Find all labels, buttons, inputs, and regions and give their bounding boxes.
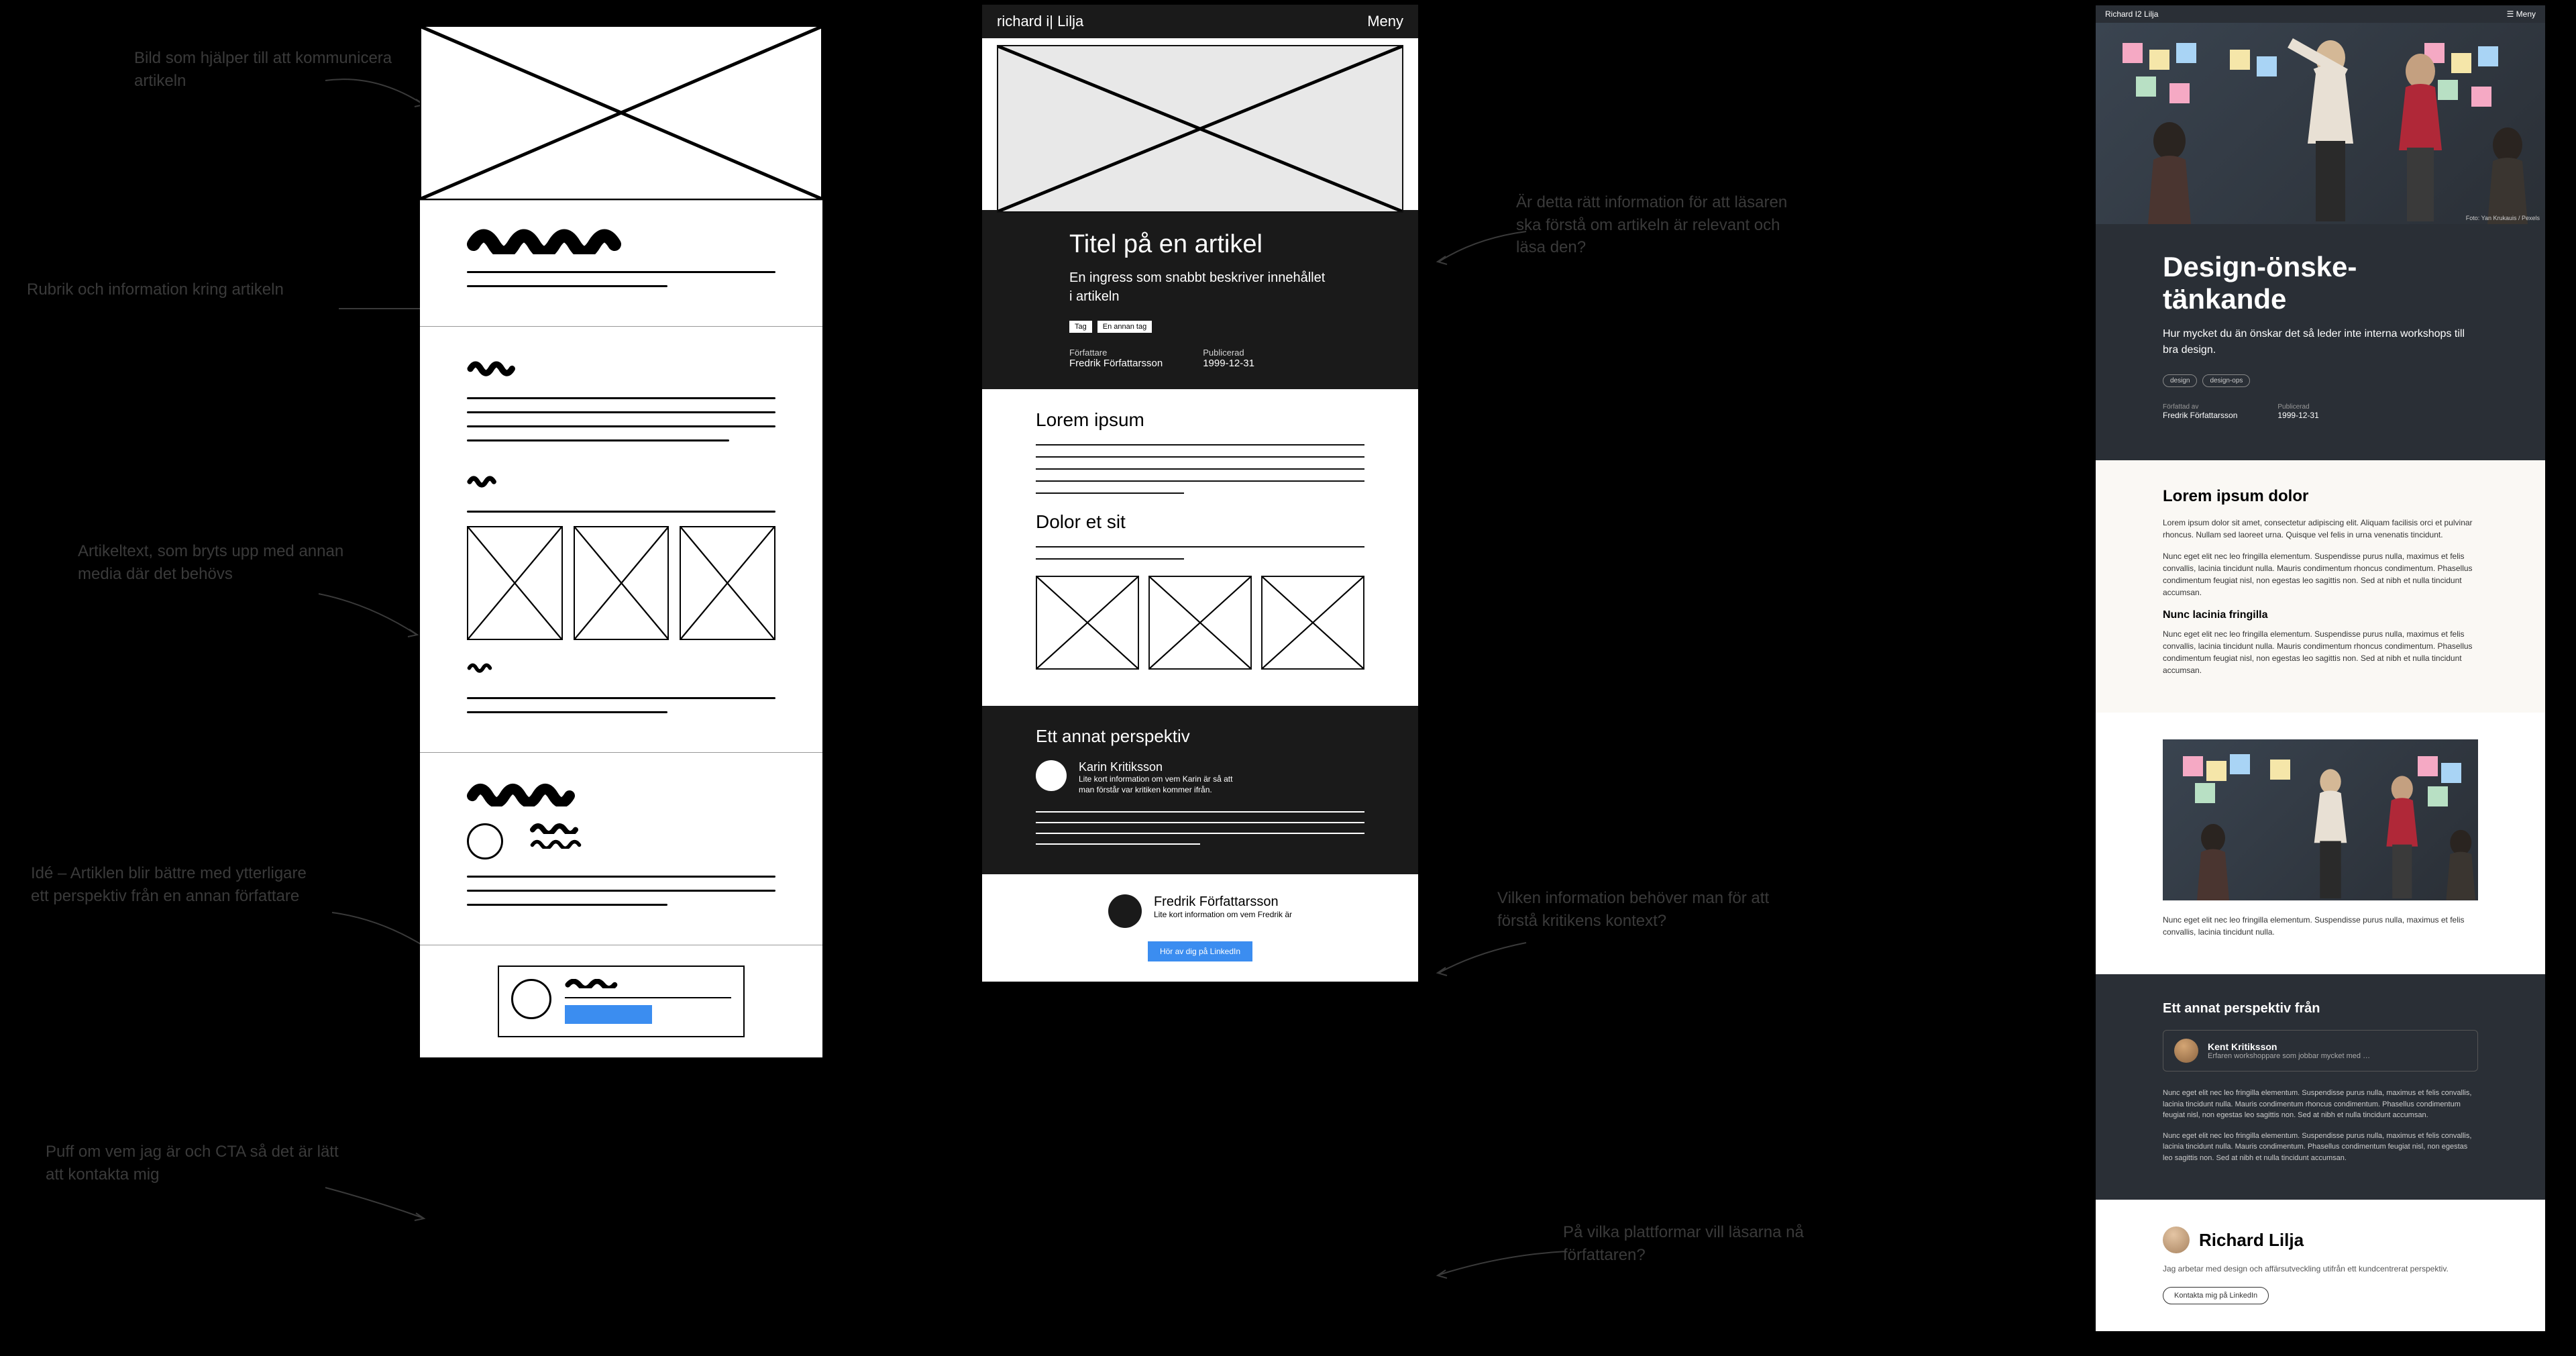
annotation-right-info: Är detta rätt information för att läsare… [1516, 191, 1811, 259]
body-h2: Lorem ipsum dolor [2163, 487, 2478, 506]
squiggle-subhead2-icon [467, 467, 575, 494]
footer-author-name: Richard Lilja [2199, 1230, 2304, 1251]
body-image [2163, 739, 2478, 900]
menu-button[interactable]: ☰ Meny [2507, 9, 2536, 19]
hifi-footer: Richard Lilja Jag arbetar med design och… [2096, 1200, 2545, 1331]
hifi-mockup: Richard I2 Lilja ☰ Meny Foto: Yan Krukau… [2096, 5, 2545, 1331]
annotation-perspective-idea: Idé – Artiklen blir bättre med ytterliga… [31, 862, 326, 907]
photo-credit: Foto: Yan Krukauis / Pexels [2466, 215, 2540, 221]
critic-card[interactable]: Kent Kritiksson Erfaren workshoppare som… [2163, 1030, 2478, 1072]
published-date: 1999-12-31 [2277, 411, 2318, 420]
annotation-critic-context: Vilken information behöver man för att f… [1497, 887, 1792, 932]
hero-placeholder-image [997, 45, 1403, 213]
brand: richard i| Lilja [997, 13, 1083, 30]
footer-author-bio: Lite kort information om vem Fredrik är [1154, 910, 1292, 919]
squiggle-bio-icon [530, 839, 624, 849]
body-image-placeholder [1148, 576, 1252, 670]
author-label: Författare [1069, 348, 1163, 358]
body-paragraph: Nunc eget elit nec leo fringilla element… [2163, 914, 2478, 938]
lofi-wireframe: richard i| Lilja Meny Titel på en artike… [982, 5, 1418, 982]
squiggle-subhead3-icon [467, 654, 559, 680]
menu-button[interactable]: Meny [1367, 13, 1403, 30]
tag[interactable]: design [2163, 374, 2197, 387]
perspective-title: Ett annat perspektiv [1036, 726, 1364, 747]
hifi-body-2: Nunc eget elit nec leo fringilla element… [2096, 713, 2545, 974]
hifi-hero: Foto: Yan Krukauis / Pexels Design-önske… [2096, 23, 2545, 460]
sketch-perspective-section [420, 752, 822, 945]
squiggle-title-icon [467, 227, 735, 254]
squiggle-name-icon [530, 823, 637, 834]
hifi-header: Richard I2 Lilja ☰ Meny [2096, 5, 2545, 23]
published-date: 1999-12-31 [1203, 358, 1254, 369]
annotation-body: Artikeltext, som bryts upp med annan med… [78, 540, 373, 585]
hero-image: Foto: Yan Krukauis / Pexels [2096, 23, 2545, 224]
body-paragraph: Nunc eget elit nec leo fringilla element… [2163, 550, 2478, 598]
cta-button-placeholder[interactable] [565, 1005, 652, 1024]
author-name: Fredrik Författarsson [1069, 358, 1163, 369]
body-image-placeholder [1036, 576, 1139, 670]
published-label: Publicerad [2277, 403, 2318, 411]
perspective-title: Ett annat perspektiv från [2163, 1001, 2478, 1016]
sketch-heading-section [420, 200, 822, 326]
tag[interactable]: En annan tag [1097, 321, 1152, 333]
body-image-placeholder [680, 526, 775, 640]
avatar [1108, 894, 1142, 928]
avatar [2163, 1227, 2190, 1253]
hifi-perspective: Ett annat perspektiv från Kent Kritiksso… [2096, 974, 2545, 1200]
article-title: Design-önske-tänkande [2163, 251, 2478, 315]
article-ingress: Hur mycket du än önskar det så leder int… [2163, 326, 2478, 358]
hero-placeholder-image [420, 25, 822, 200]
body-image-placeholder [467, 526, 563, 640]
cta-button[interactable]: Kontakta mig på LinkedIn [2163, 1287, 2269, 1304]
squiggle-card-name-icon [565, 979, 682, 988]
avatar [1036, 760, 1067, 791]
critic-bio: Erfaren workshoppare som jobbar mycket m… [2208, 1052, 2370, 1060]
annotation-author-puff: Puff om vem jag är och CTA så det är lät… [46, 1141, 341, 1186]
critic-bio: Lite kort information om vem Karin är så… [1079, 774, 1240, 795]
annotation-heading: Rubrik och information kring artikeln [27, 278, 284, 301]
critic-name: Kent Kritiksson [2208, 1041, 2370, 1052]
lofi-hero-text: Titel på en artikel En ingress som snabb… [982, 210, 1418, 389]
sketch-wireframe [420, 25, 822, 1057]
avatar-placeholder-icon [511, 979, 551, 1019]
body-image-placeholder [1261, 576, 1364, 670]
annotation-platforms: På vilka plattformar vill läsarna nå för… [1563, 1221, 1858, 1266]
published-label: Publicerad [1203, 348, 1254, 358]
sketch-body-section [420, 326, 822, 752]
body-image-placeholder [574, 526, 669, 640]
body-h2: Lorem ipsum [1036, 409, 1364, 431]
critic-name: Karin Kritiksson [1079, 760, 1240, 774]
lofi-body: Lorem ipsum Dolor et sit [982, 389, 1418, 706]
perspective-paragraph: Nunc eget elit nec leo fringilla element… [2163, 1088, 2478, 1121]
squiggle-persp-title-icon [467, 780, 683, 806]
article-title: Titel på en artikel [1069, 230, 1331, 259]
body-h3: Nunc lacinia fringilla [2163, 609, 2478, 621]
author-card [498, 966, 745, 1037]
tag[interactable]: Tag [1069, 321, 1092, 333]
lofi-footer: Fredrik Författarsson Lite kort informat… [982, 874, 1418, 982]
perspective-paragraph: Nunc eget elit nec leo fringilla element… [2163, 1131, 2478, 1164]
body-h2: Dolor et sit [1036, 511, 1364, 533]
footer-author-name: Fredrik Författarsson [1154, 894, 1292, 910]
avatar [2174, 1039, 2198, 1063]
author-name: Fredrik Författarsson [2163, 411, 2237, 420]
squiggle-subhead-icon [467, 354, 606, 380]
footer-author-bio: Jag arbetar med design och affärsutveckl… [2163, 1263, 2478, 1275]
hifi-body-1: Lorem ipsum dolor Lorem ipsum dolor sit … [2096, 460, 2545, 713]
cta-button[interactable]: Hör av dig på LinkedIn [1148, 941, 1252, 961]
sketch-footer-section [420, 945, 822, 1057]
article-ingress: En ingress som snabbt beskriver innehåll… [1069, 268, 1331, 306]
body-paragraph: Lorem ipsum dolor sit amet, consectetur … [2163, 517, 2478, 541]
body-paragraph: Nunc eget elit nec leo fringilla element… [2163, 628, 2478, 676]
tag[interactable]: design-ops [2202, 374, 2250, 387]
brand: Richard I2 Lilja [2105, 9, 2158, 19]
avatar-placeholder-icon [467, 823, 503, 859]
lofi-header: richard i| Lilja Meny [982, 5, 1418, 38]
lofi-perspective: Ett annat perspektiv Karin Kritiksson Li… [982, 706, 1418, 874]
author-label: Författad av [2163, 403, 2237, 411]
